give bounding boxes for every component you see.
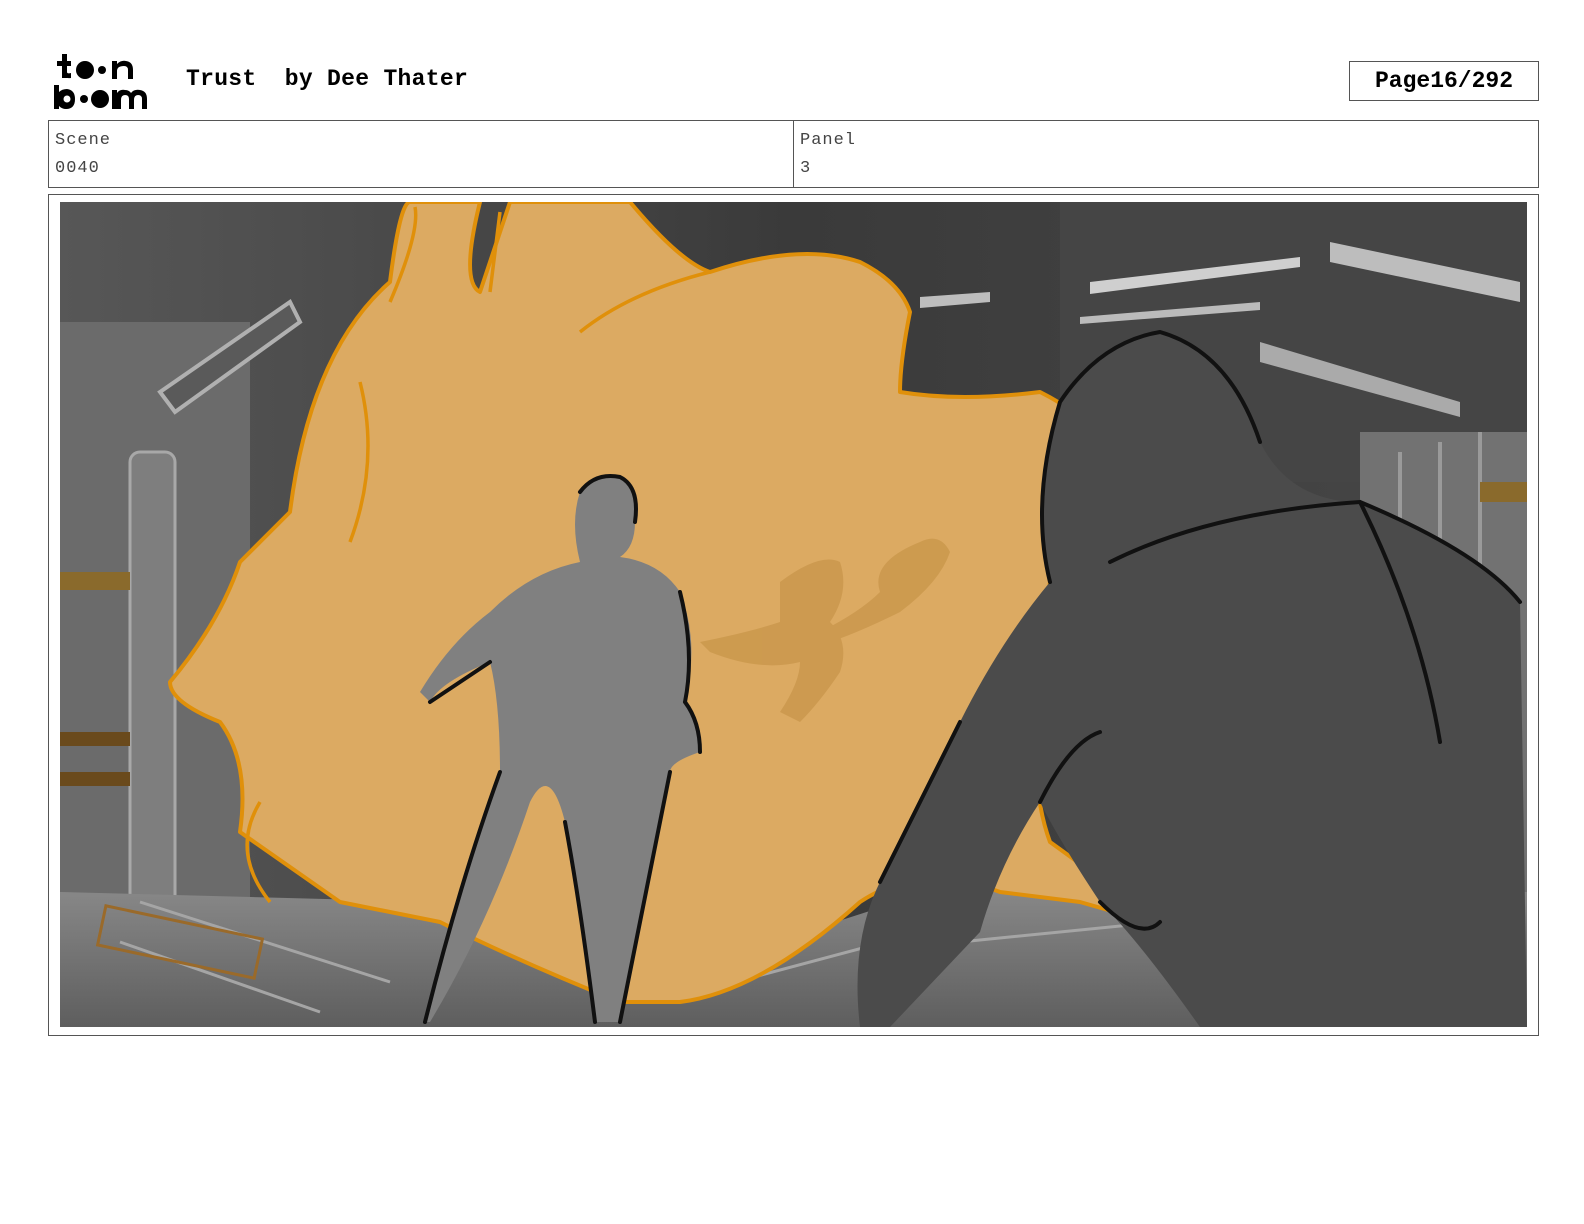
- toonboom-logo: [54, 54, 147, 109]
- scene-panel-table: Scene 0040 Panel 3: [48, 120, 1539, 188]
- scene-cell: Scene 0040: [49, 121, 793, 187]
- document-title: Trust by Dee Thater: [186, 66, 468, 92]
- author-credit: by Dee Thater: [284, 66, 469, 92]
- panel-cell: Panel 3: [793, 121, 1538, 187]
- scene-value: 0040: [55, 159, 100, 178]
- storyboard-panel-image: [60, 202, 1527, 1027]
- panel-label: Panel: [800, 131, 857, 150]
- scene-label: Scene: [55, 131, 112, 150]
- page-label: Page: [1374, 68, 1431, 94]
- project-title: Trust: [186, 66, 257, 92]
- panel-value: 3: [800, 159, 812, 178]
- page-indicator: Page 16/292: [1349, 61, 1539, 101]
- page-number: 16/292: [1430, 68, 1514, 94]
